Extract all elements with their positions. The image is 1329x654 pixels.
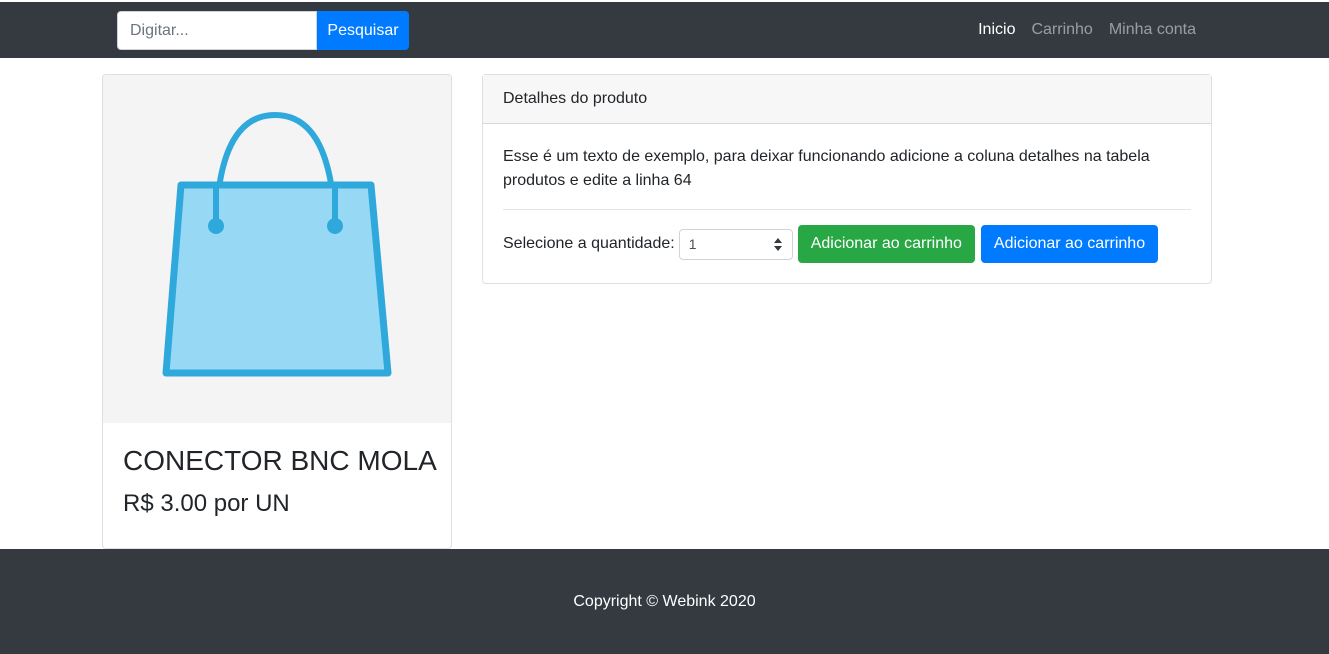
- details-description: Esse é um texto de exemplo, para deixar …: [503, 148, 1150, 189]
- search-input[interactable]: [117, 11, 317, 50]
- add-to-cart-button-green[interactable]: Adicionar ao carrinho: [797, 225, 975, 263]
- quantity-select[interactable]: 1: [678, 228, 793, 260]
- nav-links: Inicio Carrinho Minha conta: [970, 2, 1204, 58]
- product-card: CONECTOR BNC MOLA R$ 3.00 por UN: [102, 74, 452, 549]
- product-title: CONECTOR BNC MOLA: [123, 445, 437, 476]
- nav-link-minha-conta[interactable]: Minha conta: [1101, 21, 1204, 39]
- quantity-row: Selecione a quantidade: 1 Adicionar ao c…: [503, 225, 1164, 263]
- nav-link-inicio[interactable]: Inicio: [970, 21, 1023, 39]
- product-details-card: Detalhes do produto Esse é um texto de e…: [482, 74, 1212, 284]
- top-navbar: Pesquisar Inicio Carrinho Minha conta: [0, 2, 1329, 58]
- search-button[interactable]: Pesquisar: [317, 11, 409, 50]
- details-header: Detalhes do produto: [483, 75, 1211, 124]
- add-to-cart-button-blue[interactable]: Adicionar ao carrinho: [980, 225, 1159, 263]
- select-arrows-icon: [773, 237, 782, 252]
- divider: [503, 209, 1191, 210]
- product-image: [103, 75, 451, 423]
- quantity-value: 1: [688, 236, 697, 252]
- shopping-bag-icon: [162, 111, 392, 377]
- footer: Copyright © Webink 2020: [0, 549, 1329, 654]
- quantity-label: Selecione a quantidade:: [503, 235, 675, 252]
- nav-link-carrinho[interactable]: Carrinho: [1023, 21, 1100, 39]
- footer-copyright: Copyright © Webink 2020: [573, 592, 756, 610]
- product-price: R$ 3.00 por UN: [123, 490, 290, 517]
